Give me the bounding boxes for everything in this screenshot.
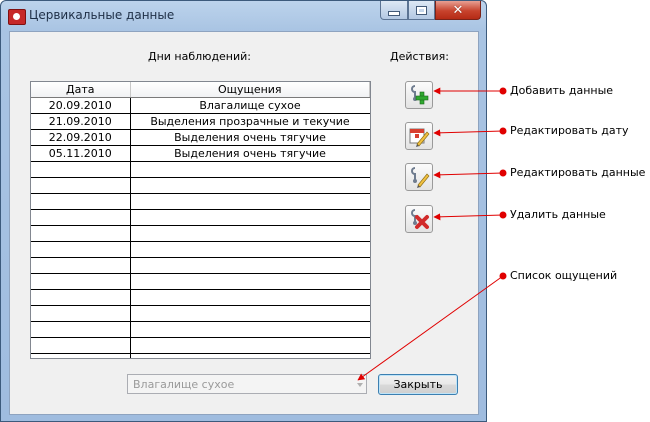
cell-date[interactable] [31,321,131,338]
cell-date[interactable] [31,177,131,194]
sensations-combobox[interactable]: Влагалище сухое [127,374,367,394]
cell-sensation[interactable] [130,225,370,242]
table-row[interactable] [31,353,370,358]
table-row[interactable] [31,289,370,306]
table-row[interactable]: 20.09.2010 Влагалище сухое [31,97,370,114]
cell-date[interactable] [31,305,131,322]
annotation-add-data: Добавить данные [510,84,614,97]
delete-data-button[interactable] [405,205,433,233]
cell-sensation[interactable] [130,353,370,358]
cell-sensation[interactable] [130,305,370,322]
cell-date[interactable]: 21.09.2010 [31,113,131,130]
cell-sensation[interactable] [130,273,370,290]
edit-data-button[interactable] [405,163,433,191]
cell-sensation[interactable]: Выделения очень тягучие [130,129,370,146]
cell-date[interactable] [31,225,131,242]
table-row[interactable] [31,225,370,242]
table-row[interactable] [31,321,370,338]
title-bar[interactable]: Цервикальные данные ✕ [1,1,486,31]
annotation-delete-data: Удалить данные [510,208,606,221]
cell-date[interactable] [31,353,131,358]
delete-icon [411,209,429,229]
edit-pencil-icon [411,167,430,188]
cell-sensation[interactable]: Выделения прозрачные и текучие [130,113,370,130]
cell-date[interactable]: 22.09.2010 [31,129,131,146]
close-button[interactable]: Закрыть [378,374,458,395]
table-row[interactable] [31,209,370,226]
observations-table[interactable]: Дата Ощущения 20.09.2010 Влагалище сухое 2… [30,81,371,359]
cell-date[interactable] [31,193,131,210]
cell-sensation[interactable] [130,161,370,178]
cell-sensation[interactable] [130,257,370,274]
cell-sensation[interactable] [130,289,370,306]
table-row[interactable] [31,273,370,290]
cell-sensation[interactable] [130,209,370,226]
table-row[interactable] [31,257,370,274]
annotation-edit-date: Редактировать дату [510,124,629,137]
chevron-down-icon[interactable] [357,383,363,387]
cell-date[interactable] [31,289,131,306]
cell-date[interactable] [31,209,131,226]
cell-sensation[interactable] [130,241,370,258]
arrow-dot-edit-date [499,127,507,135]
app-window: Цервикальные данные ✕ Дни наблюдений: Де… [0,0,487,422]
column-header-sensations[interactable]: Ощущения [130,82,370,98]
cell-date[interactable] [31,337,131,354]
cell-date[interactable]: 20.09.2010 [31,97,131,114]
table-row[interactable]: 05.11.2010 Выделения очень тягучие [31,145,370,162]
annotation-edit-data: Редактировать данные [510,166,646,179]
window-controls: ✕ [380,1,481,21]
minimize-button[interactable] [380,1,408,20]
cell-sensation[interactable]: Выделения очень тягучие [130,145,370,162]
cell-date[interactable] [31,241,131,258]
cell-sensation[interactable] [130,193,370,210]
table-row[interactable]: 22.09.2010 Выделения очень тягучие [31,129,370,146]
observation-days-label: Дни наблюдений: [148,50,252,63]
cell-date[interactable] [31,161,131,178]
table-header-row: Дата Ощущения [31,82,370,98]
column-header-date[interactable]: Дата [31,82,131,98]
arrow-dot-edit-data [499,169,507,177]
edit-date-button[interactable] [405,122,433,150]
table-row[interactable] [31,337,370,354]
app-icon [8,9,26,25]
table-row[interactable] [31,241,370,258]
maximize-icon [416,5,427,15]
table-row[interactable] [31,305,370,322]
cell-date[interactable]: 05.11.2010 [31,145,131,162]
add-icon [411,85,429,105]
window-client-area: Дни наблюдений: Действия: Дата Ощущения … [9,31,479,415]
table-row[interactable] [31,161,370,178]
cell-date[interactable] [31,273,131,290]
combobox-value: Влагалище сухое [133,378,235,391]
close-icon: ✕ [452,2,464,18]
annotation-sensations-list: Список ощущений [510,269,618,282]
cell-date[interactable] [31,257,131,274]
window-title: Цервикальные данные [29,8,175,22]
close-window-button[interactable]: ✕ [435,1,481,20]
actions-label: Действия: [390,50,449,63]
calendar-edit-icon [409,128,430,147]
table-row[interactable]: 21.09.2010 Выделения прозрачные и текучие [31,113,370,130]
cell-sensation[interactable] [130,337,370,354]
arrow-dot-delete [499,211,507,219]
arrow-dot-list [499,272,507,280]
arrow-dot-add [499,87,507,95]
maximize-button[interactable] [408,1,435,20]
add-data-button[interactable] [405,81,433,109]
minimize-icon [388,10,400,16]
table-row[interactable] [31,177,370,194]
cell-sensation[interactable] [130,321,370,338]
table-row[interactable] [31,193,370,210]
cell-sensation[interactable]: Влагалище сухое [130,97,370,114]
cell-sensation[interactable] [130,177,370,194]
